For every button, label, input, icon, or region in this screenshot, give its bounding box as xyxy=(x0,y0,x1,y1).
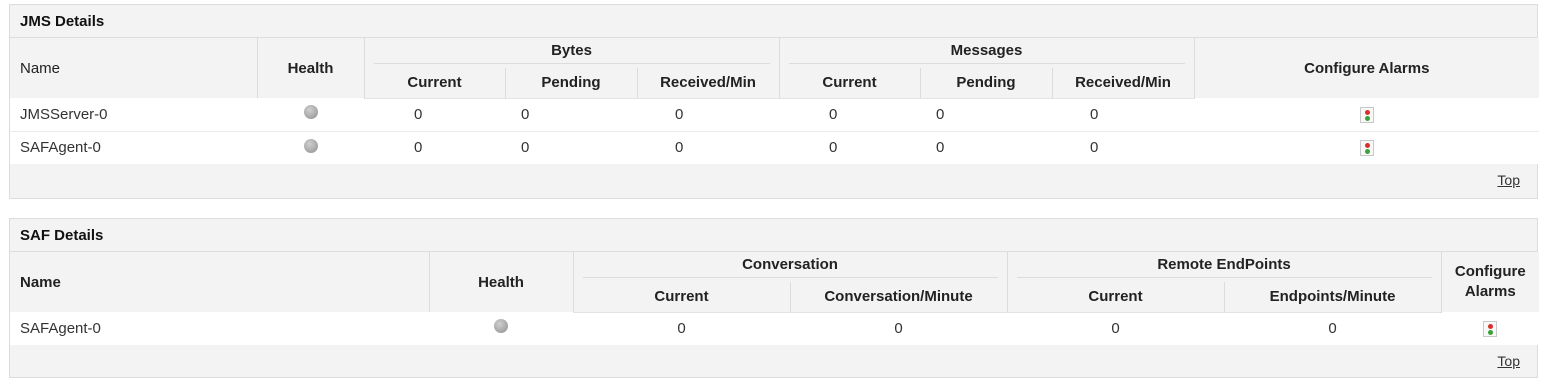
configure-alarms-cell xyxy=(1194,131,1540,164)
configure-label-line2: Alarms xyxy=(1464,283,1516,300)
bytes-pending-value: 0 xyxy=(505,98,637,131)
configure-alarms-cell xyxy=(1194,98,1540,131)
configure-label-line1: Configure xyxy=(1454,263,1526,280)
messages-current-value: 0 xyxy=(779,131,920,164)
col-group-conversation: Conversation xyxy=(572,252,1008,282)
messages-received-value: 0 xyxy=(1052,98,1195,131)
bytes-pending-value: 0 xyxy=(505,131,637,164)
table-row: SAFAgent-0 0 0 0 0 0 0 xyxy=(10,131,1540,164)
col-header-bytes-received: Received/Min xyxy=(636,68,779,99)
jms-details-panel: JMS Details Name Health Bytes Messages C… xyxy=(9,4,1540,199)
group-label-messages: Messages xyxy=(950,42,1023,59)
health-status-icon xyxy=(303,105,318,119)
health-status-icon xyxy=(303,138,318,153)
conversation-current-value: 0 xyxy=(573,312,790,345)
remote-current-value: 0 xyxy=(1007,312,1225,345)
divider xyxy=(1016,277,1432,278)
divider xyxy=(373,63,770,64)
col-group-bytes: Bytes xyxy=(363,38,779,68)
health-cell xyxy=(429,312,573,345)
col-header-name: Name xyxy=(10,252,429,312)
traffic-light-icon[interactable] xyxy=(1483,321,1498,338)
jms-details-table: Name Health Bytes Messages Configure Ala… xyxy=(10,38,1540,164)
col-group-remote-endpoints: Remote EndPoints xyxy=(1006,252,1442,282)
col-header-health: Health xyxy=(428,252,573,312)
saf-footer: Top xyxy=(10,345,1537,377)
bytes-received-value: 0 xyxy=(637,131,779,164)
health-cell xyxy=(257,131,364,164)
table-row: JMSServer-0 0 0 0 0 0 0 xyxy=(10,98,1540,131)
col-header-conversation-per-minute: Conversation/Minute xyxy=(789,282,1008,313)
traffic-light-icon[interactable] xyxy=(1359,140,1374,157)
health-status-icon xyxy=(494,319,508,333)
jms-footer: Top xyxy=(10,164,1537,198)
top-link[interactable]: Top xyxy=(1497,353,1520,369)
divider xyxy=(788,63,1185,64)
col-header-health: Health xyxy=(256,38,364,98)
bytes-received-value: 0 xyxy=(637,98,779,131)
endpoints-per-minute-value: 0 xyxy=(1224,312,1442,345)
col-header-endpoints-per-minute: Endpoints/Minute xyxy=(1223,282,1442,313)
bytes-current-value: 0 xyxy=(364,131,505,164)
col-header-bytes-pending: Pending xyxy=(504,68,637,99)
col-header-configure-alarms: Configure Alarms xyxy=(1440,252,1540,312)
col-header-bytes-current: Current xyxy=(363,68,505,99)
col-header-messages-current: Current xyxy=(778,68,920,99)
configure-alarms-cell xyxy=(1441,312,1540,345)
saf-details-table: Name Health Conversation Remote EndPoint… xyxy=(10,252,1540,345)
col-header-name: Name xyxy=(10,38,257,98)
col-header-remote-current: Current xyxy=(1006,282,1225,313)
messages-current-value: 0 xyxy=(779,98,920,131)
col-header-conversation-current: Current xyxy=(572,282,790,313)
traffic-light-icon[interactable] xyxy=(1359,106,1374,123)
group-label-remote-endpoints: Remote EndPoints xyxy=(1157,256,1291,273)
conversation-per-minute-value: 0 xyxy=(790,312,1008,345)
row-name: JMSServer-0 xyxy=(10,98,257,131)
bytes-current-value: 0 xyxy=(364,98,505,131)
top-link[interactable]: Top xyxy=(1497,172,1520,188)
saf-details-title: SAF Details xyxy=(10,219,1537,252)
health-cell xyxy=(257,98,364,131)
messages-pending-value: 0 xyxy=(920,131,1052,164)
col-group-messages: Messages xyxy=(778,38,1195,68)
group-label-bytes: Bytes xyxy=(551,42,592,59)
group-label-conversation: Conversation xyxy=(742,256,838,273)
row-name: SAFAgent-0 xyxy=(10,312,429,345)
saf-details-panel: SAF Details Name Health Conversation Rem… xyxy=(9,218,1540,378)
divider xyxy=(582,277,998,278)
col-header-configure-alarms: Configure Alarms xyxy=(1193,38,1540,98)
col-header-messages-pending: Pending xyxy=(919,68,1052,99)
col-header-messages-received: Received/Min xyxy=(1051,68,1195,99)
row-name: SAFAgent-0 xyxy=(10,131,257,164)
messages-received-value: 0 xyxy=(1052,131,1195,164)
messages-pending-value: 0 xyxy=(920,98,1052,131)
jms-details-title: JMS Details xyxy=(10,5,1537,38)
table-row: SAFAgent-0 0 0 0 0 xyxy=(10,312,1540,345)
